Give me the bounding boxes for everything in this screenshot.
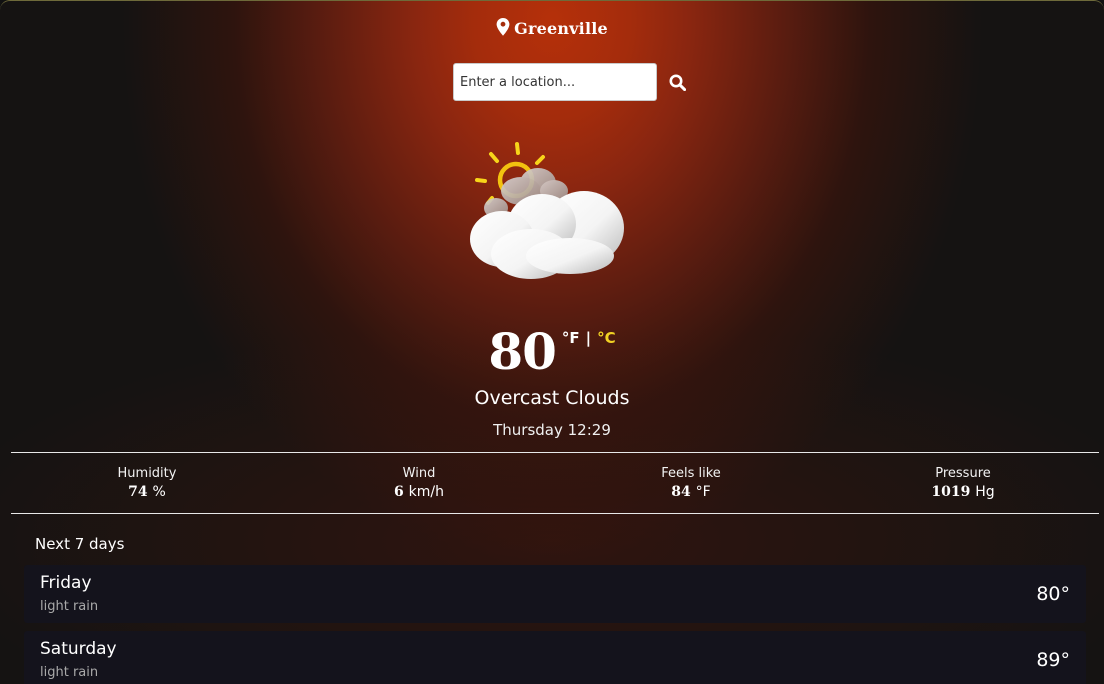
weather-app: Greenville Enter a location... 80 °F | °… xyxy=(0,0,1104,684)
fahrenheit-toggle[interactable]: °F xyxy=(562,329,580,347)
location-header: Greenville xyxy=(0,17,1104,38)
search-bar xyxy=(453,63,687,101)
forecast-list: Friday light rain 80° Saturday light rai… xyxy=(24,565,1086,684)
stat-value: 6 km/h xyxy=(394,483,444,500)
search-button[interactable] xyxy=(667,72,687,92)
forecast-description: light rain xyxy=(40,665,99,680)
forecast-row[interactable]: Friday light rain 80° xyxy=(24,565,1086,623)
stat-pressure: Pressure 1019 Hg xyxy=(827,453,1099,513)
stat-wind: Wind 6 km/h xyxy=(283,453,555,513)
weather-condition: Overcast Clouds xyxy=(474,387,630,409)
weather-stats: Humidity 74 % Wind 6 km/h Feels like 84 … xyxy=(11,452,1099,514)
current-temperature: 80 °F | °C xyxy=(0,323,1104,381)
stat-label: Feels like xyxy=(661,465,721,481)
forecast-temperature: 80° xyxy=(1036,583,1070,605)
forecast-title: Next 7 days xyxy=(35,535,125,553)
forecast-temperature: 89° xyxy=(1036,649,1070,671)
unit-toggle: °F | °C xyxy=(562,329,616,347)
city-name: Greenville xyxy=(514,19,608,38)
forecast-description: light rain xyxy=(40,599,99,614)
unit-separator: | xyxy=(585,329,592,347)
map-pin-icon xyxy=(496,17,510,36)
stat-humidity: Humidity 74 % xyxy=(11,453,283,513)
temperature-value: 80 xyxy=(488,322,557,381)
current-datetime: Thursday 12:29 xyxy=(493,421,611,439)
stat-value: 84 °F xyxy=(671,483,711,500)
forecast-row[interactable]: Saturday light rain 89° xyxy=(24,631,1086,684)
forecast-day: Saturday xyxy=(40,639,117,659)
stat-label: Humidity xyxy=(117,465,177,481)
search-input[interactable] xyxy=(453,63,657,101)
stat-label: Wind xyxy=(402,465,436,481)
stat-label: Pressure xyxy=(935,465,991,481)
stat-feels-like: Feels like 84 °F xyxy=(555,453,827,513)
stat-value: 1019 Hg xyxy=(931,483,995,500)
celsius-toggle[interactable]: °C xyxy=(597,329,616,347)
forecast-day: Friday xyxy=(40,573,92,593)
partly-cloudy-icon xyxy=(470,142,624,279)
search-icon xyxy=(669,74,686,91)
stat-value: 74 % xyxy=(128,483,166,500)
